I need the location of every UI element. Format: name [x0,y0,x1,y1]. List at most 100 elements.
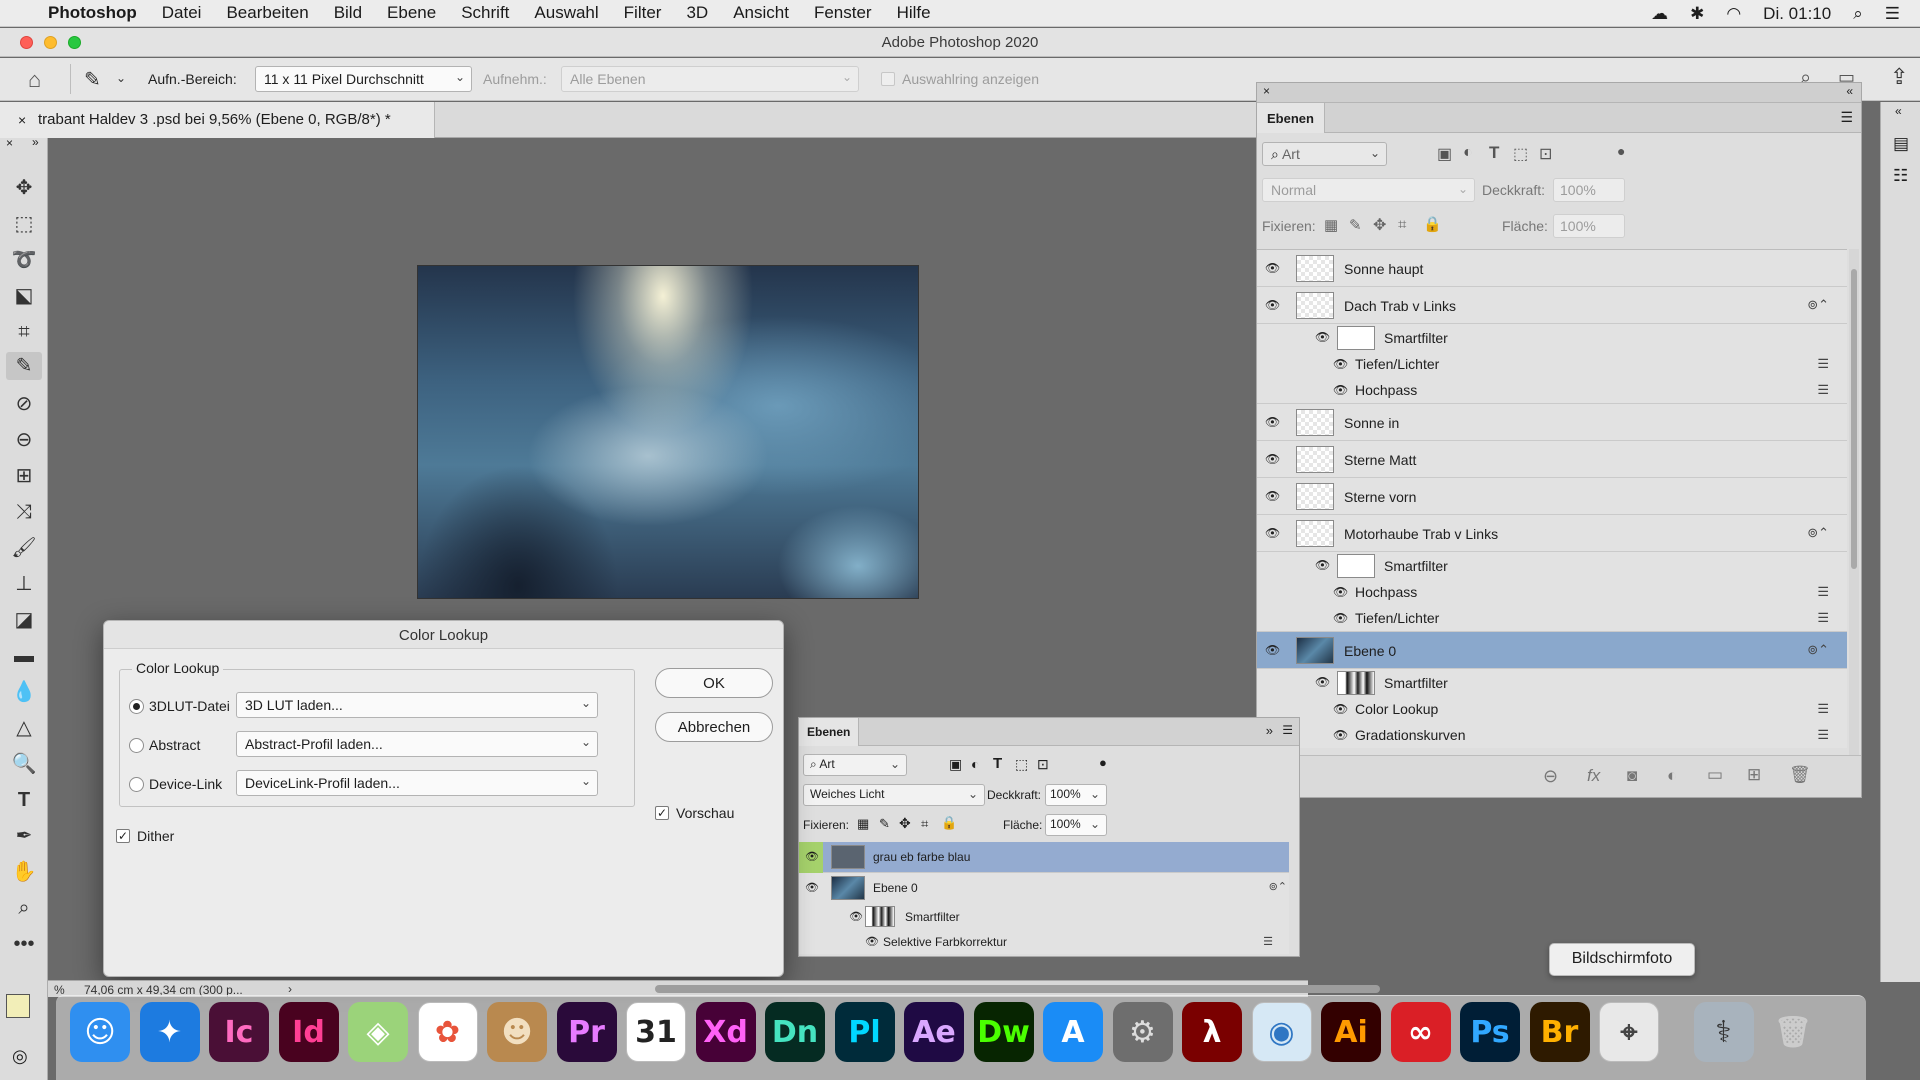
eyedropper-tool-icon[interactable]: ✎ [6,352,42,380]
eye-icon[interactable]: 👁 [1333,728,1348,742]
close-document-icon[interactable]: × [18,112,26,128]
radio-3dlut[interactable] [129,699,144,714]
dock-disk-utility-icon[interactable]: ◉ [1251,1002,1312,1062]
filter-toggle-icon[interactable]: ● [1099,755,1107,770]
dock-system-preferences-icon[interactable]: ⚙ [1112,1002,1173,1062]
notification-center-icon[interactable]: ☰ [1885,4,1900,24]
dodge-tool-icon[interactable]: 🔍 [10,750,38,778]
show-sampling-ring-checkbox[interactable] [881,72,895,86]
menu-ebene[interactable]: Ebene [387,3,436,23]
stamp-tool-icon[interactable]: ⊥ [10,570,38,598]
lock-paint-icon[interactable]: ✎ [879,816,890,832]
object-selection-tool-icon[interactable]: ⬕ [10,282,38,310]
layer-row[interactable]: 👁 Sonne haupt [1257,250,1847,287]
menu-ansicht[interactable]: Ansicht [733,3,789,23]
dock-illustrator-icon[interactable]: Ai [1321,1002,1381,1062]
share-icon[interactable]: ⇪ [1890,64,1908,90]
dock-dimension-icon[interactable]: Dn [765,1002,825,1062]
menu-fenster[interactable]: Fenster [814,3,872,23]
filter-row[interactable]: 👁 Selektive Farbkorrektur ☰ [799,930,1289,954]
healing-brush-tool-icon[interactable]: ⊘ [10,390,38,418]
dock-maps-icon[interactable]: ◈ [348,1002,408,1062]
panel-menu-icon[interactable]: ☰ [1840,109,1853,126]
filter-adjustment-icon[interactable]: ◐ [1463,144,1473,162]
menu-photoshop[interactable]: Photoshop [48,3,137,23]
filter-row[interactable]: 👁 Tiefen/Lichter ☰ [1257,351,1847,377]
filter-shape-icon[interactable]: ⬚ [1513,144,1528,164]
move-tool-icon[interactable]: ✥ [10,174,38,202]
dock-screenshot-icon[interactable]: ⌖ [1599,1002,1659,1062]
filter-type-icon[interactable]: T [1489,143,1499,163]
eye-icon[interactable]: 👁 [849,910,863,923]
eyedropper-icon[interactable]: ✎ [84,67,101,92]
eraser-tool-icon[interactable]: ◪ [10,606,38,634]
type-tool-icon[interactable]: T [10,786,38,814]
sharpen-tool-icon[interactable]: △ [10,714,38,742]
blur-tool-icon[interactable]: 💧 [10,678,38,706]
dock-safari-icon[interactable]: ✦ [139,1002,200,1062]
sample-layers-select[interactable]: Alle Ebenen ⌄ [561,66,859,92]
filter-adjustment-icon[interactable]: ◐ [971,756,979,772]
panel-icon-properties[interactable]: ☷ [1893,166,1908,186]
clock[interactable]: Di. 01:10 [1763,4,1831,24]
eye-icon[interactable]: 👁 [1333,702,1348,716]
layer-row-selected[interactable]: 👁 Ebene 0 ⊚⌃ [1257,632,1847,669]
panel-menu-icon[interactable]: ☰ [1282,723,1293,737]
zoom-tool-icon[interactable]: ⌕ [10,894,38,922]
crop-tool-icon[interactable]: ⌗ [10,318,38,346]
menu-filter[interactable]: Filter [624,3,662,23]
dock-bridge-icon[interactable]: Br [1529,1002,1590,1062]
filter-row[interactable]: 👁 Gradationskurven ☰ [1257,722,1847,748]
lock-all-icon[interactable]: 🔒 [941,815,957,831]
dock-calendar-icon[interactable]: 31 [626,1002,686,1062]
eye-icon[interactable]: 👁 [1315,330,1330,344]
scrollbar-thumb[interactable] [1851,269,1857,569]
eye-icon[interactable]: 👁 [1315,675,1330,689]
home-icon[interactable]: ⌂ [28,67,41,93]
layer-row[interactable]: 👁 Ebene 0 ⊚⌃ [799,873,1289,903]
dock-photoshop-icon[interactable]: Ps [1460,1002,1520,1062]
brush-tool-icon[interactable]: 🖌 [10,534,38,562]
canvas-image[interactable] [417,265,919,599]
filter-options-icon[interactable]: ☰ [1817,356,1829,372]
filter-row[interactable]: 👁 Tiefen/Lichter ☰ [1257,605,1847,632]
gradient-tool-icon[interactable]: ▬ [10,642,38,670]
trash-icon[interactable]: 🗑 [1789,765,1811,785]
dock-finder-icon[interactable]: ☺ [70,1002,130,1062]
layer-row[interactable]: 👁 Smartfilter [1257,324,1847,351]
menu-3d[interactable]: 3D [686,3,708,23]
lock-position-icon[interactable]: ✥ [1373,215,1386,235]
lock-artboard-icon[interactable]: ⌗ [1398,216,1406,233]
smart-filter-icon[interactable]: ⊚⌃ [1269,880,1287,893]
lock-transparent-icon[interactable]: ▦ [857,816,869,832]
dock-after-effects-icon[interactable]: Ae [904,1002,964,1062]
device-link-select[interactable]: DeviceLink-Profil laden... ⌄ [236,770,598,796]
filter-row[interactable]: 👁 Color Lookup ☰ [1257,696,1847,722]
dock-photos-icon[interactable]: ✿ [417,1002,478,1062]
frame-tool-icon[interactable]: ⊞ [10,462,38,490]
menu-datei[interactable]: Datei [162,3,202,23]
layer-row[interactable]: 👁 Sterne vorn [1257,478,1847,515]
dock-indesign-icon[interactable]: Id [278,1002,339,1062]
eye-icon[interactable]: 👁 [1265,415,1280,429]
collapse-panel-icon[interactable]: « [1846,84,1853,98]
collapse-panel-icon[interactable]: » [32,135,39,149]
cancel-button[interactable]: Abbrechen [655,712,773,742]
filter-options-icon[interactable]: ☰ [1817,727,1829,743]
opacity-field[interactable]: 100% [1553,178,1625,202]
layer-row[interactable]: 👁 Sterne Matt [1257,441,1847,478]
close-panel-icon[interactable]: × [6,136,13,150]
spotlight-icon[interactable]: ⌕ [1853,4,1863,24]
radio-device-link[interactable] [129,777,144,792]
lock-paint-icon[interactable]: ✎ [1349,216,1362,234]
3dlut-select[interactable]: 3D LUT laden... ⌄ [236,692,598,718]
new-layer-icon[interactable]: ⊞ [1747,765,1761,785]
dock-prelude-icon[interactable]: Pl [834,1002,895,1062]
lock-position-icon[interactable]: ✥ [899,815,911,832]
eye-icon[interactable]: 👁 [799,842,823,873]
abstract-select[interactable]: Abstract-Profil laden... ⌄ [236,731,598,757]
layer-filter-select[interactable]: ⌕ Art ⌄ [803,754,907,776]
bluetooth-icon[interactable]: ✱ [1690,4,1704,24]
smart-filter-icon[interactable]: ⊚⌃ [1807,297,1829,313]
link-layers-icon[interactable]: ⊖ [1543,766,1558,787]
